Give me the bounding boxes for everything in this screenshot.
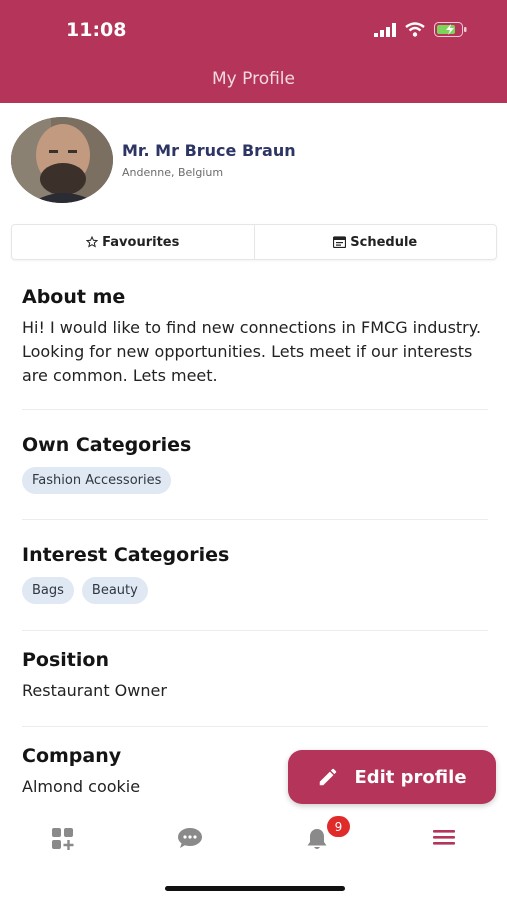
status-time: 11:08 xyxy=(66,19,127,41)
interest-categories-section: Interest Categories Bags Beauty xyxy=(22,544,488,604)
bell-icon xyxy=(307,829,327,849)
bottom-nav xyxy=(0,815,507,865)
category-chip: Beauty xyxy=(81,577,148,604)
profile-header: Mr. Mr Bruce Braun Andenne, Belgium xyxy=(11,117,296,203)
category-chip: Bags xyxy=(22,577,74,604)
signal-icon xyxy=(374,22,396,37)
about-text: Hi! I would like to find new connections… xyxy=(22,318,482,385)
app-header: 11:08 My Profile xyxy=(0,0,507,103)
nav-chat[interactable] xyxy=(177,827,203,853)
profile-tabs: Favourites Schedule xyxy=(11,224,497,260)
divider xyxy=(22,630,488,631)
star-icon xyxy=(86,236,99,248)
own-categories-section: Own Categories Fashion Accessories xyxy=(22,434,488,494)
chat-icon xyxy=(178,828,202,848)
tab-favourites[interactable]: Favourites xyxy=(12,225,254,259)
position-heading: Position xyxy=(22,649,109,671)
tab-schedule[interactable]: Schedule xyxy=(253,225,497,259)
divider xyxy=(22,726,488,727)
pencil-icon xyxy=(320,768,337,786)
home-indicator xyxy=(165,886,345,891)
menu-icon xyxy=(433,830,455,845)
status-icons xyxy=(374,22,467,37)
nav-notifications[interactable] xyxy=(305,827,329,855)
tab-favourites-label: Favourites xyxy=(102,234,180,250)
profile-name: Mr. Mr Bruce Braun xyxy=(122,141,296,160)
tab-schedule-label: Schedule xyxy=(350,234,418,250)
battery-icon xyxy=(434,22,467,37)
nav-menu[interactable] xyxy=(432,827,456,851)
avatar[interactable] xyxy=(11,117,113,203)
calendar-icon xyxy=(333,236,347,248)
divider xyxy=(22,409,488,410)
dashboard-icon xyxy=(52,828,74,850)
profile-location: Andenne, Belgium xyxy=(122,166,224,179)
about-heading: About me xyxy=(22,286,126,308)
category-chip: Fashion Accessories xyxy=(22,467,172,494)
wifi-icon xyxy=(405,22,425,37)
nav-dashboard[interactable] xyxy=(51,827,77,855)
interest-categories-heading: Interest Categories xyxy=(22,544,230,566)
own-categories-heading: Own Categories xyxy=(22,434,192,456)
edit-profile-button[interactable]: Edit profile xyxy=(288,750,496,804)
divider xyxy=(22,519,488,520)
position-section: Position Restaurant Owner xyxy=(22,649,488,703)
edit-profile-label: Edit profile xyxy=(354,766,467,788)
page-title: My Profile xyxy=(212,69,295,89)
position-value: Restaurant Owner xyxy=(22,681,167,700)
about-section: About me Hi! I would like to find new co… xyxy=(22,286,488,388)
notification-badge: 9 xyxy=(327,816,350,837)
